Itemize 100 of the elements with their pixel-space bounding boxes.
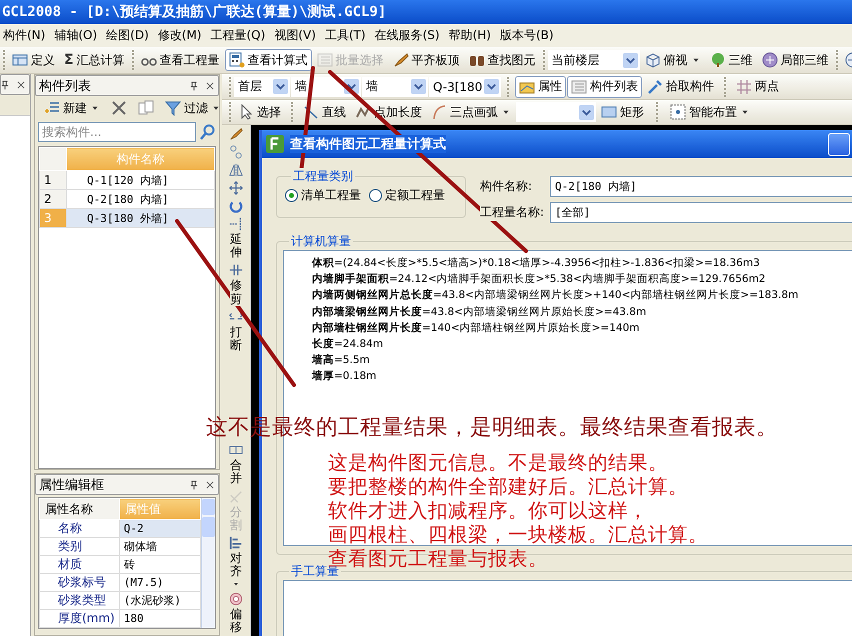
search-button[interactable] bbox=[200, 124, 216, 140]
menu-item[interactable]: 构件(N) bbox=[0, 27, 52, 44]
split-icon bbox=[229, 490, 243, 504]
radio-button[interactable]: 清单工程量 bbox=[285, 187, 361, 204]
tool-button[interactable] bbox=[229, 127, 243, 141]
dropdown[interactable]: 当前楼层 bbox=[548, 50, 640, 70]
calculator-icon bbox=[228, 52, 245, 68]
mirror-icon bbox=[229, 163, 243, 177]
table-cell[interactable]: Q-1[120 内墙] bbox=[66, 170, 214, 190]
menu-item[interactable]: 视图(V) bbox=[271, 27, 322, 44]
align-icon bbox=[229, 536, 243, 550]
toolbar-button[interactable]: 查看工程量 bbox=[136, 49, 224, 71]
pin-icon bbox=[189, 480, 199, 490]
formula-line: 内墙脚手架面积=24.12<内墙脚手架面积长度>*5.38<内墙脚手架面积高度>=129.7656m2 bbox=[312, 272, 766, 288]
menu-item[interactable]: 工程量(Q) bbox=[207, 27, 272, 44]
formula-line: 内部墙梁钢丝网片长度=43.8<内部墙梁钢丝网片原始长度>=43.8m bbox=[312, 304, 648, 320]
toolbar-button[interactable]: 过滤 bbox=[162, 97, 224, 119]
toolbar-button[interactable]: 查看计算式 bbox=[224, 49, 312, 71]
toolbar-button[interactable]: 定义 bbox=[8, 49, 59, 71]
panel-title: 构件列表 bbox=[39, 78, 91, 94]
toolbar-button[interactable]: 平齐板顶 bbox=[388, 49, 464, 71]
search-field[interactable]: 搜索构件... bbox=[38, 122, 196, 142]
sigma-icon: Σ bbox=[64, 52, 74, 68]
toolbar-button[interactable]: 构件列表 bbox=[567, 76, 642, 98]
toolbar-button[interactable]: 直线 bbox=[299, 101, 350, 123]
scrollbar[interactable] bbox=[201, 498, 215, 628]
funnel-icon bbox=[165, 100, 181, 116]
property-value[interactable]: 砖 bbox=[119, 556, 200, 574]
brush-icon bbox=[392, 52, 409, 68]
dots-icon bbox=[670, 104, 686, 120]
toolbar-button[interactable]: 矩形 bbox=[597, 101, 648, 123]
property-value[interactable]: 砌体墙 bbox=[119, 538, 200, 556]
chevron-down-icon bbox=[484, 79, 499, 94]
chevron-down-icon bbox=[579, 104, 594, 120]
rectangle-icon bbox=[601, 104, 617, 120]
column-header: 属性值 bbox=[119, 498, 200, 520]
menu-item[interactable]: 在线服务(S) bbox=[372, 27, 446, 44]
dropdown[interactable]: 首层 bbox=[234, 76, 290, 96]
property-name: 材质 bbox=[40, 556, 120, 574]
formula-line: 墙高=5.5m bbox=[312, 352, 371, 368]
menu-item[interactable]: 绘图(D) bbox=[103, 27, 155, 44]
tool-button[interactable] bbox=[229, 199, 243, 213]
radio-button[interactable]: 定额工程量 bbox=[369, 187, 445, 204]
tool-button[interactable] bbox=[229, 145, 243, 159]
minimize-button[interactable] bbox=[828, 133, 850, 156]
property-value[interactable]: (水泥砂浆) bbox=[119, 592, 200, 610]
toolbar-button[interactable]: 局部三维 bbox=[758, 49, 833, 71]
app-icon bbox=[266, 135, 284, 153]
list-icon bbox=[316, 52, 333, 68]
delete-icon bbox=[111, 100, 127, 116]
menu-item[interactable]: 辅轴(O) bbox=[51, 27, 104, 44]
table-cell[interactable]: Q-3[180 外墙] bbox=[66, 208, 214, 228]
table-icon bbox=[12, 52, 28, 68]
tool-button[interactable]: 对齐 bbox=[229, 536, 243, 588]
toolbar-button[interactable]: 新建 bbox=[41, 97, 103, 119]
toolbar-button[interactable]: 三维 bbox=[706, 49, 757, 71]
copy-icon bbox=[138, 100, 154, 116]
property-name: 砂浆标号 bbox=[40, 574, 120, 592]
line-icon bbox=[303, 104, 319, 120]
window-title: GCL2008 - [D:\预结算及抽筋\广联达(算量)\测试.GCL9] bbox=[2, 3, 386, 21]
close-icon bbox=[16, 80, 26, 90]
close-icon bbox=[205, 480, 215, 490]
row-number: 3 bbox=[40, 208, 66, 228]
new-icon bbox=[44, 100, 60, 116]
formula-line: 体积=(24.84<长度>*5.5<墙高>)*0.18<墙厚>-4.3956<扣柱>-1.836<扣梁>=18.36m3 bbox=[312, 256, 761, 271]
toolbar-button[interactable]: 属性 bbox=[515, 76, 566, 98]
move-icon bbox=[229, 181, 243, 195]
menu-item[interactable]: 帮助(H) bbox=[446, 27, 497, 44]
property-value[interactable]: Q-2 bbox=[119, 520, 200, 538]
toolbar-button[interactable]: 拾取构件 bbox=[643, 76, 718, 98]
property-name: 厚度(mm) bbox=[40, 610, 120, 628]
tool-button[interactable] bbox=[229, 181, 243, 195]
menu-item[interactable]: 工具(T) bbox=[322, 27, 372, 44]
formula-line: 内墙两侧钢丝网片总长度=43.8<内部墙梁钢丝网片长度>+140<内部墙柱钢丝网片长度>=183.8m bbox=[312, 288, 800, 304]
grid-icon bbox=[736, 78, 752, 94]
formula-line: 内部墙柱钢丝网片长度=140<内部墙柱钢丝网片原始长度>=140m bbox=[312, 320, 641, 336]
pipette-icon bbox=[647, 78, 663, 94]
toolbar-button[interactable]: 俯视 bbox=[640, 49, 705, 71]
chevron-down-icon bbox=[411, 79, 426, 94]
toolbar-button[interactable]: 三点画弧 bbox=[427, 101, 515, 123]
toolbar-button[interactable]: 两点 bbox=[732, 76, 783, 98]
property-value[interactable]: 180 bbox=[119, 610, 200, 628]
toolbar-button[interactable]: 智能布置 bbox=[666, 101, 754, 123]
menu-item[interactable]: 修改(M) bbox=[154, 27, 208, 44]
text-field[interactable]: Q-2[180 内墙] bbox=[550, 176, 852, 197]
toolbar-button[interactable]: 查找图元 bbox=[464, 49, 540, 71]
toolbar-button[interactable]: Σ 汇总计算 bbox=[60, 49, 129, 71]
property-name: 名称 bbox=[40, 520, 120, 538]
toolbar-button[interactable]: 选择 bbox=[234, 101, 285, 123]
text-field[interactable]: [全部] bbox=[550, 202, 852, 223]
dropdown[interactable]: Q-3[180 bbox=[429, 76, 501, 96]
property-value[interactable]: (M7.5) bbox=[119, 574, 200, 592]
dialog-title: 查看构件图元工程量计算式 bbox=[290, 135, 446, 153]
close-icon bbox=[205, 80, 215, 90]
menu-item[interactable]: 版本号(B) bbox=[496, 27, 560, 44]
arc-icon bbox=[431, 104, 447, 120]
column-header: 属性名称 bbox=[40, 498, 120, 520]
dropdown[interactable]: 墙 bbox=[362, 76, 428, 96]
property-name: 砂浆类型 bbox=[40, 592, 120, 610]
tool-button[interactable] bbox=[229, 163, 243, 177]
